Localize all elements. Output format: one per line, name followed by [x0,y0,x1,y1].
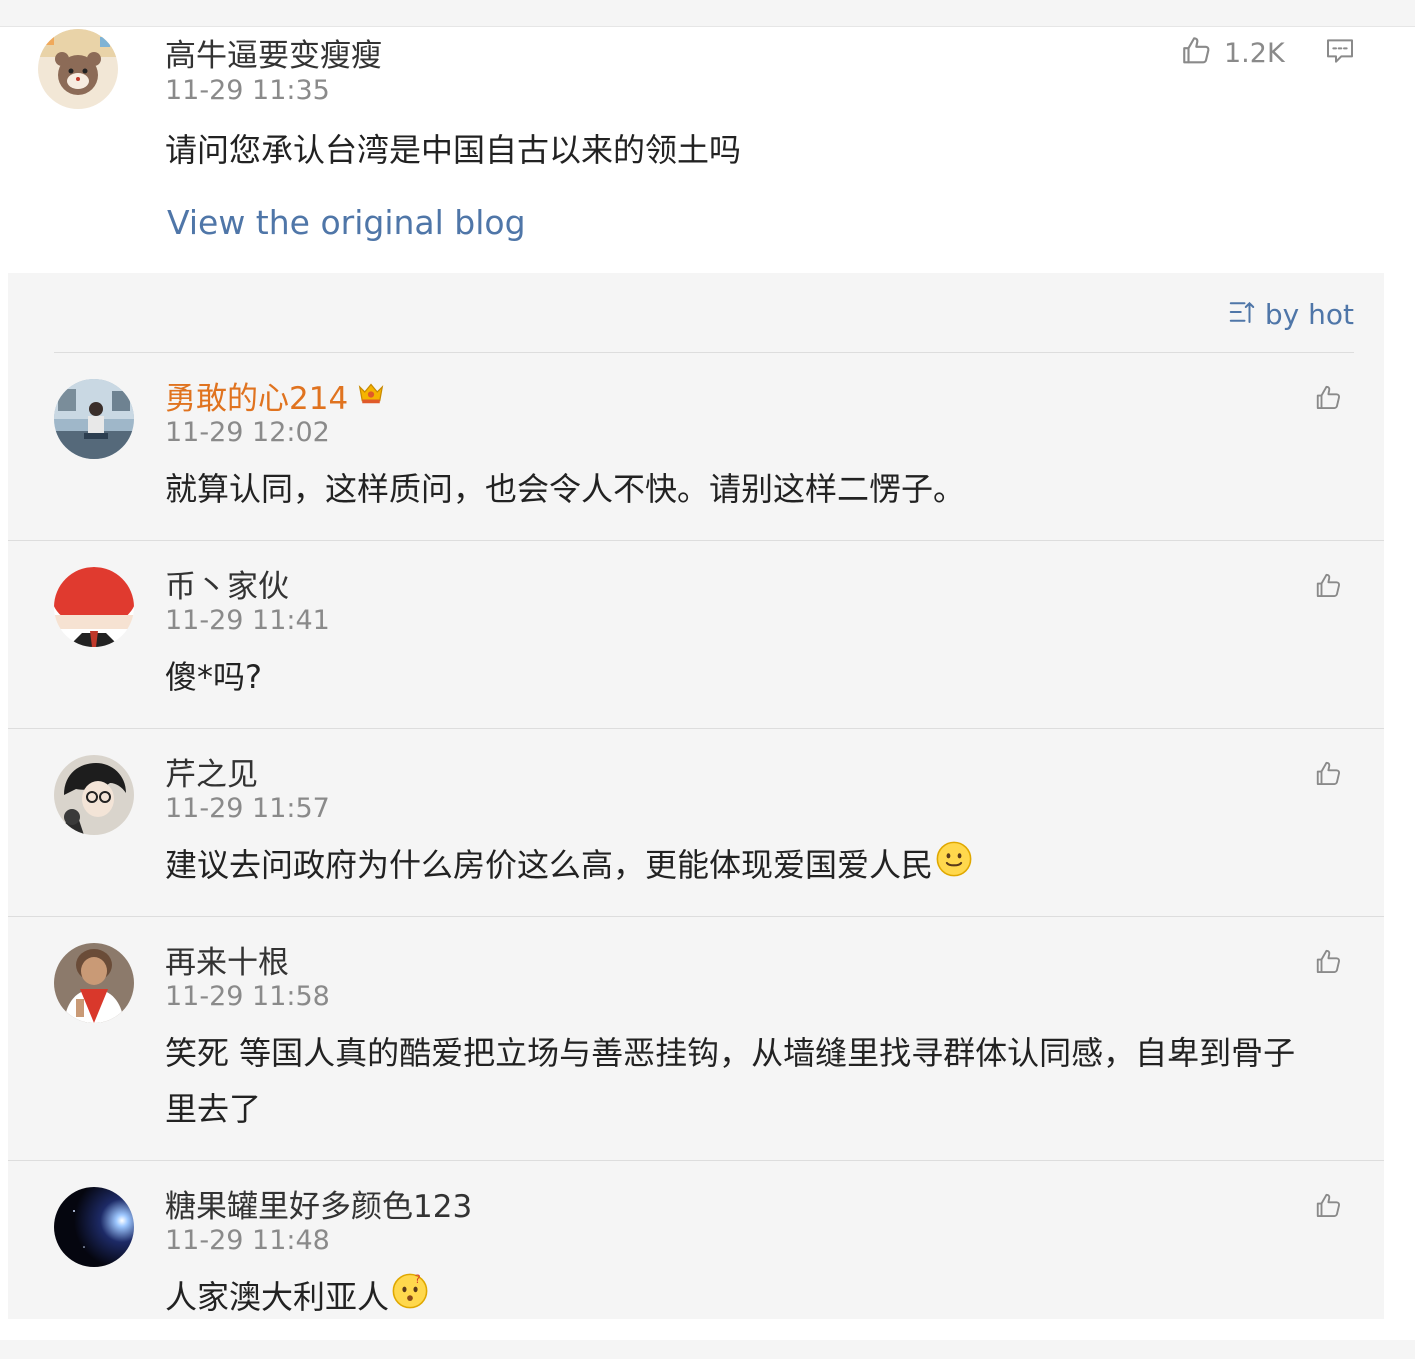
post-comment-button[interactable] [1324,35,1356,71]
top-bar [0,0,1415,27]
smile-emoji [935,839,973,895]
comment-item: 币丶家伙 11-29 11:41 傻*吗? [8,541,1384,729]
sort-icon [1227,297,1257,331]
commenter-name[interactable]: 勇敢的心214 [165,373,386,418]
comment-like-button[interactable] [1314,759,1344,793]
post-like-button[interactable]: 1.2K [1180,35,1285,71]
post-like-count: 1.2K [1224,37,1285,69]
comment-like-button[interactable] [1314,1191,1344,1225]
comment-text: 建议去问政府为什么房价这么高，更能体现爱国爱人民 [165,837,1325,895]
comment-item: 糖果罐里好多颜色123 11-29 11:48 人家澳大利亚人 ? [8,1161,1384,1319]
post-text: 请问您承认台湾是中国自古以来的领土吗 [165,131,742,169]
commenter-avatar[interactable] [54,567,134,647]
commenter-name[interactable]: 糖果罐里好多颜色123 [165,1181,472,1226]
comment-timestamp: 11-29 11:48 [165,1225,330,1256]
comment-like-button[interactable] [1314,383,1344,417]
comments-panel: by hot 勇敢的心214 11-29 12:02 就算认同，这样质问，也会令… [8,273,1384,1319]
comment-item: 芹之见 11-29 11:57 建议去问政府为什么房价这么高，更能体现爱国爱人民 [8,729,1384,917]
commenter-name-text: 勇敢的心214 [165,381,349,417]
comment-text: 就算认同，这样质问，也会令人不快。请别这样二愣子。 [165,470,966,508]
sort-label: by hot [1264,297,1354,331]
commenter-avatar[interactable] [54,379,134,459]
comment-text: 人家澳大利亚人 ? [165,1269,1325,1319]
comment-timestamp: 11-29 11:58 [165,981,330,1012]
comment-like-button[interactable] [1314,947,1344,981]
post-author-avatar[interactable] [38,29,118,109]
thumbs-up-icon [1314,1193,1344,1225]
view-original-blog-link[interactable]: View the original blog [167,203,526,242]
comment-timestamp: 11-29 12:02 [165,417,330,448]
comment-text: 笑死 等国人真的酷爱把立场与善恶挂钩，从墙缝里找寻群体认同感，自卑到骨子里去了 [165,1034,1296,1128]
comment-icon [1324,39,1356,71]
thumbs-up-icon [1314,949,1344,981]
thumbs-up-icon [1180,34,1214,72]
thumbs-up-icon [1314,761,1344,793]
commenter-avatar[interactable] [54,1187,134,1267]
comment-text-content: 人家澳大利亚人 [165,1278,390,1316]
thumbs-up-icon [1314,573,1344,605]
comment-text-content: 建议去问政府为什么房价这么高，更能体现爱国爱人民 [165,846,934,884]
confused-emoji: ? [391,1271,429,1319]
commenter-avatar[interactable] [54,755,134,835]
post-timestamp: 11-29 11:35 [165,75,330,106]
commenter-avatar[interactable] [54,943,134,1023]
comment-item: 再来十根 11-29 11:58 笑死 等国人真的酷爱把立场与善恶挂钩，从墙缝里… [8,917,1384,1161]
bottom-bar [0,1340,1415,1359]
comment-text: 傻*吗? [165,658,262,696]
svg-text:?: ? [415,1273,421,1286]
commenter-name[interactable]: 芹之见 [165,749,258,794]
post-author-name[interactable]: 高牛逼要变瘦瘦 [165,30,382,75]
comment-like-button[interactable] [1314,571,1344,605]
comment-timestamp: 11-29 11:57 [165,793,330,824]
sort-by-hot-button[interactable]: by hot [1227,297,1354,331]
thumbs-up-icon [1314,385,1344,417]
crown-icon [356,377,386,415]
comment-item: 勇敢的心214 11-29 12:02 就算认同，这样质问，也会令人不快。请别这… [8,353,1384,541]
commenter-name[interactable]: 币丶家伙 [165,561,289,606]
commenter-name[interactable]: 再来十根 [165,937,289,982]
comment-timestamp: 11-29 11:41 [165,605,330,636]
original-post: 高牛逼要变瘦瘦 11-29 11:35 请问您承认台湾是中国自古以来的领土吗 V… [0,27,1415,272]
